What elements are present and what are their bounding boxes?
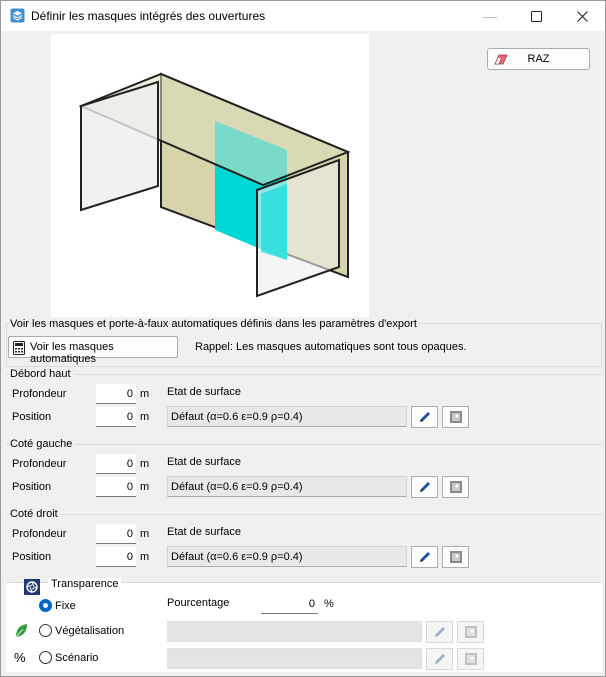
window-title: Définir les masques intégrés des ouvertu…: [31, 9, 266, 23]
position-unit: m: [140, 551, 150, 563]
position-input[interactable]: 0: [96, 547, 136, 567]
scenario-field[interactable]: [167, 648, 422, 669]
reset-button[interactable]: RAZ: [487, 48, 590, 70]
section-title: Coté droit: [10, 508, 61, 520]
position-label: Position: [12, 481, 52, 493]
edit-surface-button[interactable]: [411, 546, 438, 568]
position-input[interactable]: 0: [96, 477, 136, 497]
scenario-label: Scénario: [55, 652, 99, 664]
transparence-aperture-icon: [24, 579, 40, 595]
pencil-icon: [434, 654, 445, 664]
library-icon: [464, 653, 477, 665]
minimize-button[interactable]: —: [467, 1, 513, 31]
depth-input[interactable]: 0: [96, 524, 136, 544]
library-icon: [464, 626, 477, 638]
depth-input[interactable]: 0: [96, 384, 136, 404]
maximize-icon: [530, 10, 542, 22]
depth-label: Profondeur: [12, 388, 67, 400]
section-title: Coté gauche: [10, 438, 76, 450]
auto-masks-reminder: Rappel: Les masques automatiques sont to…: [195, 341, 467, 353]
vegetation-radio[interactable]: [39, 624, 52, 637]
surface-state-field[interactable]: Défaut (α=0.6 ε=0.9 ρ=0.4): [167, 406, 407, 427]
pencil-icon: [434, 627, 445, 637]
surface-library-button[interactable]: [442, 546, 469, 568]
surface-label: Etat de surface: [167, 526, 241, 538]
calculator-icon: [13, 341, 25, 355]
percentage-unit: %: [324, 598, 334, 610]
reset-button-label: RAZ: [527, 53, 550, 65]
position-unit: m: [140, 481, 150, 493]
percentage-input[interactable]: 0: [261, 594, 318, 614]
position-input[interactable]: 0: [96, 407, 136, 427]
window-mask-illustration: [78, 72, 351, 298]
scenario-radio[interactable]: [39, 651, 52, 664]
edit-scenario-button[interactable]: [426, 648, 453, 670]
title-bar: Définir les masques intégrés des ouvertu…: [1, 1, 605, 31]
section-title: Débord haut: [10, 368, 74, 380]
surface-label: Etat de surface: [167, 456, 241, 468]
scenario-library-button[interactable]: [457, 648, 484, 670]
surface-library-button[interactable]: [442, 406, 469, 428]
depth-label: Profondeur: [12, 458, 67, 470]
position-unit: m: [140, 411, 150, 423]
auto-masks-title: Voir les masques et porte-à-faux automat…: [10, 318, 417, 330]
transparence-panel: Transparence Fixe Pourcentage 0 % Végéta…: [6, 578, 602, 672]
percent-icon: %: [14, 650, 26, 665]
depth-input[interactable]: 0: [96, 454, 136, 474]
show-auto-masks-label: Voir les masques automatiques: [30, 341, 114, 365]
depth-label: Profondeur: [12, 528, 67, 540]
close-button[interactable]: [559, 1, 605, 31]
pencil-icon: [419, 412, 430, 422]
vegetation-field[interactable]: [167, 621, 422, 642]
surface-label: Etat de surface: [167, 386, 241, 398]
surface-library-icon: [449, 411, 462, 423]
surface-state-field[interactable]: Défaut (α=0.6 ε=0.9 ρ=0.4): [167, 476, 407, 497]
pencil-icon: [419, 552, 430, 562]
depth-unit: m: [140, 388, 150, 400]
percentage-label: Pourcentage: [167, 597, 230, 609]
surface-library-button[interactable]: [442, 476, 469, 498]
edit-surface-button[interactable]: [411, 406, 438, 428]
mask-preview-3d: [51, 34, 369, 317]
fixed-radio[interactable]: [39, 599, 52, 612]
surface-library-icon: [449, 481, 462, 493]
pencil-icon: [419, 482, 430, 492]
depth-unit: m: [140, 528, 150, 540]
dialog-window: Définir les masques intégrés des ouvertu…: [0, 0, 606, 677]
surface-state-field[interactable]: Défaut (α=0.6 ε=0.9 ρ=0.4): [167, 546, 407, 567]
vegetation-label: Végétalisation: [55, 625, 125, 637]
depth-unit: m: [140, 458, 150, 470]
transparence-title: Transparence: [48, 578, 122, 590]
position-label: Position: [12, 551, 52, 563]
app-layers-icon: [10, 8, 25, 23]
edit-surface-button[interactable]: [411, 476, 438, 498]
edit-vegetation-button[interactable]: [426, 621, 453, 643]
show-auto-masks-button[interactable]: Voir les masques automatiques: [8, 336, 178, 365]
leaf-icon: [15, 624, 27, 638]
fixed-label: Fixe: [55, 600, 76, 612]
maximize-button[interactable]: [513, 1, 559, 31]
surface-library-icon: [449, 551, 462, 563]
position-label: Position: [12, 411, 52, 423]
close-icon: [576, 10, 588, 22]
vegetation-library-button[interactable]: [457, 621, 484, 643]
